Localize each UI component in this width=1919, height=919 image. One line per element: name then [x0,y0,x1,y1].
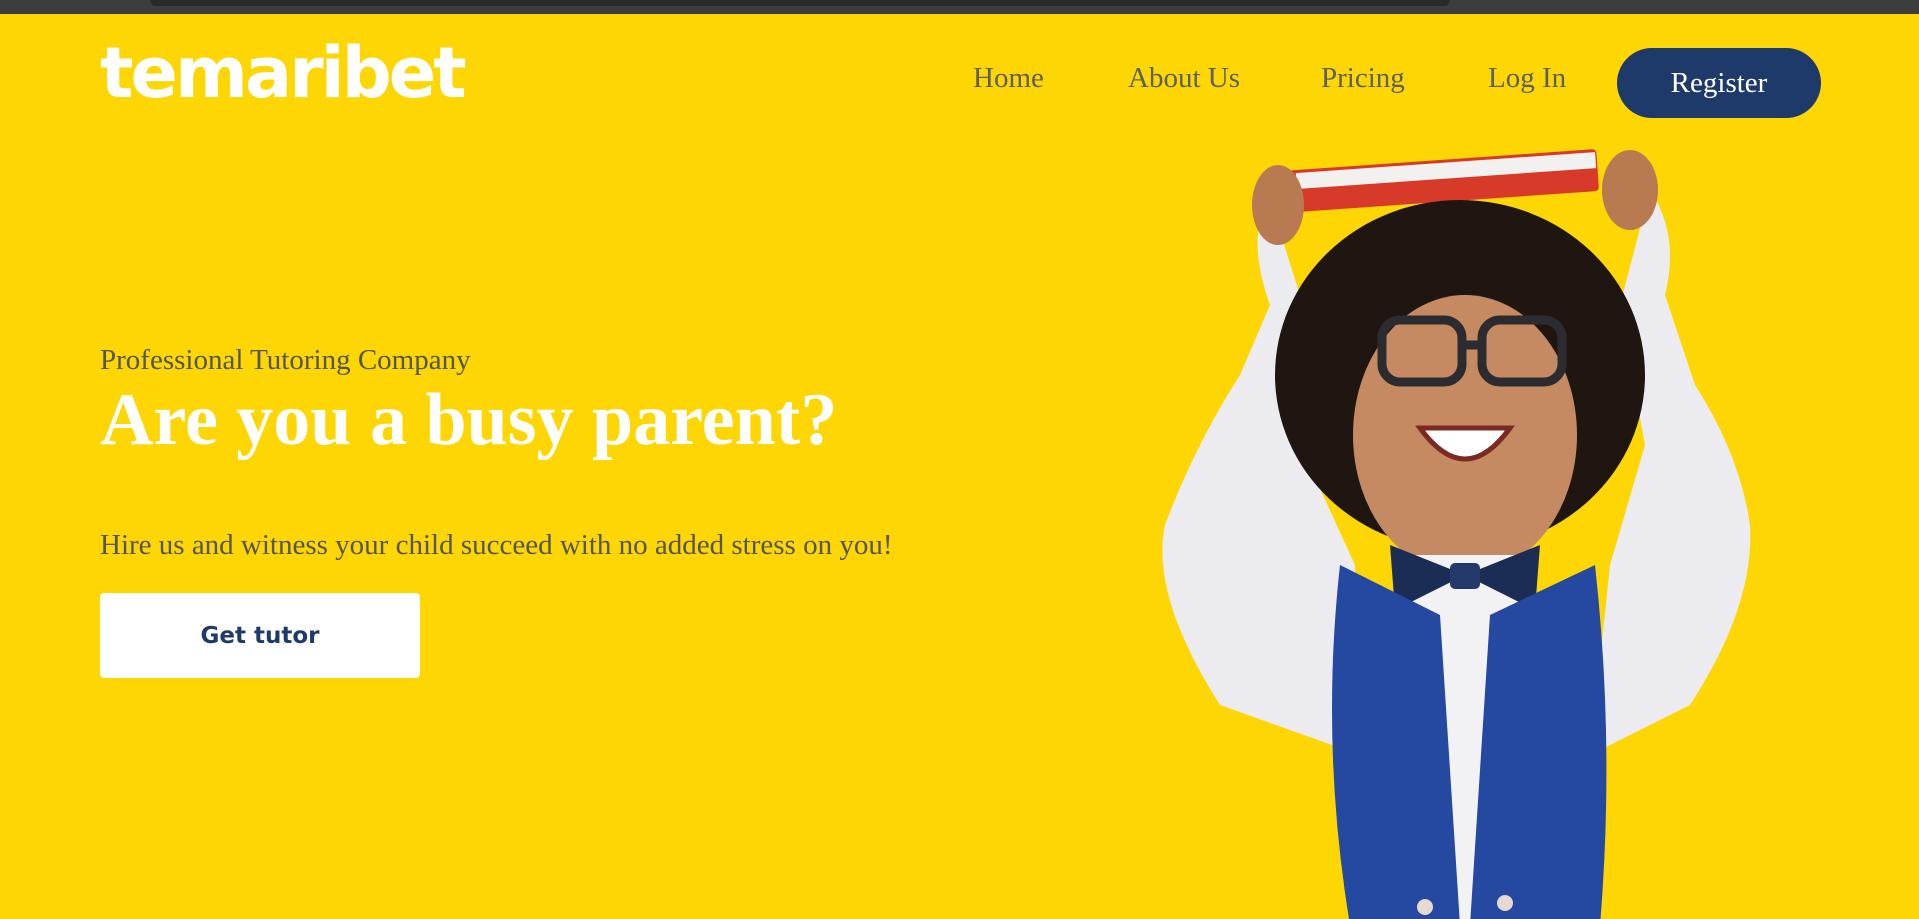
browser-top-bar [0,0,1919,14]
hero-eyebrow: Professional Tutoring Company [100,344,471,376]
child-with-book-photo [1162,149,1751,919]
hero-subtext: Hire us and witness your child succeed w… [100,529,893,561]
hero-headline: Are you a busy parent? [100,379,838,461]
nav-pricing-link[interactable]: Pricing [1321,62,1405,95]
site-logo[interactable]: temaribet [100,38,467,108]
register-button[interactable]: Register [1617,48,1821,118]
nav-about-link[interactable]: About Us [1128,62,1240,95]
get-tutor-button[interactable]: Get tutor [100,593,420,678]
nav-home-link[interactable]: Home [973,62,1044,95]
browser-address-bar [150,0,1450,6]
nav-login-link[interactable]: Log In [1488,62,1566,95]
